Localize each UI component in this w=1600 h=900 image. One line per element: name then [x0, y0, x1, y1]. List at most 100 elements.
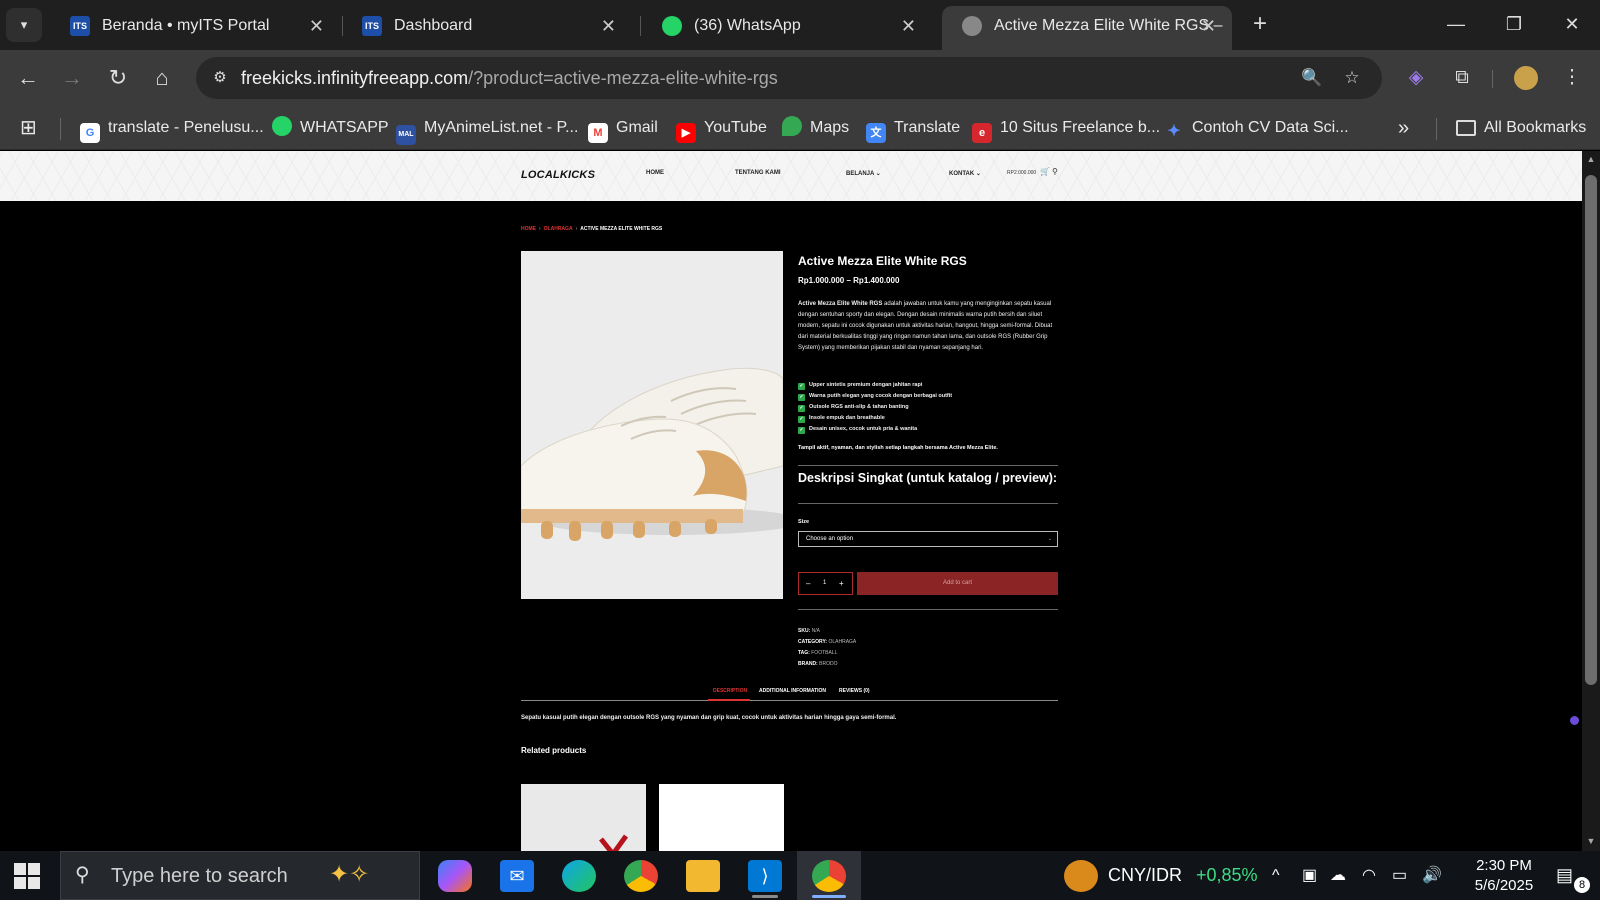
- mail-icon[interactable]: ✉: [500, 860, 534, 892]
- scrollbar-thumb[interactable]: [1585, 175, 1597, 685]
- bookmark-star-icon[interactable]: ☆: [1340, 66, 1364, 90]
- bookmark-myanimelist[interactable]: MAL MyAnimeList.net - P...: [396, 116, 578, 145]
- bookmark-label: Gmail: [616, 119, 658, 136]
- feature-text: Warna putih elegan yang cocok dengan ber…: [809, 393, 953, 399]
- qty-plus-button[interactable]: +: [839, 573, 844, 594]
- qty-value[interactable]: 1: [823, 573, 826, 594]
- more-bookmarks-button[interactable]: »: [1398, 116, 1409, 140]
- floating-assistant-icon[interactable]: [1570, 716, 1579, 725]
- divider: [798, 609, 1058, 610]
- related-product-card[interactable]: [659, 784, 784, 851]
- system-clock[interactable]: 2:30 PM 5/6/2025: [1454, 856, 1554, 896]
- bookmark-youtube[interactable]: ▶ YouTube: [676, 116, 767, 143]
- bookmark-whatsapp[interactable]: WHATSAPP: [272, 116, 389, 140]
- bookmark-gmail[interactable]: M Gmail: [588, 116, 658, 143]
- bookmark-label: 10 Situs Freelance b...: [1000, 119, 1161, 136]
- wifi-icon[interactable]: ◠: [1362, 851, 1376, 900]
- size-select[interactable]: Choose an option ⌄: [798, 531, 1058, 547]
- taskbar-search[interactable]: ⚲ Type here to search ✦✧: [60, 851, 420, 900]
- reload-button[interactable]: ↻: [102, 62, 134, 94]
- tab-myits[interactable]: ITS Beranda • myITS Portal ✕: [50, 6, 340, 50]
- chrome-icon[interactable]: [624, 860, 658, 892]
- device-icon[interactable]: ▣: [1302, 851, 1317, 900]
- quantity-stepper[interactable]: – 1 +: [798, 572, 853, 595]
- restore-button[interactable]: ❐: [1494, 8, 1534, 40]
- file-explorer-icon[interactable]: [686, 860, 720, 892]
- category-link[interactable]: OLAHRAGA: [828, 639, 856, 645]
- currency-pair[interactable]: CNY/IDR: [1108, 851, 1182, 900]
- nav-about[interactable]: TENTANG KAMI: [735, 170, 781, 176]
- close-window-button[interactable]: ✕: [1552, 8, 1592, 40]
- site-info-icon[interactable]: ⚙: [208, 66, 232, 90]
- add-to-cart-button[interactable]: Add to cart: [857, 572, 1058, 595]
- back-button[interactable]: ←: [12, 62, 44, 94]
- tab-whatsapp[interactable]: (36) WhatsApp ✕: [642, 6, 932, 50]
- copilot-icon[interactable]: [438, 860, 472, 892]
- onedrive-icon[interactable]: ☁: [1330, 851, 1346, 900]
- breadcrumb-category[interactable]: OLAHRAGA: [544, 226, 573, 232]
- notification-icon[interactable]: ▤: [1556, 851, 1573, 900]
- close-tab-icon[interactable]: ✕: [601, 6, 616, 46]
- bookmark-cv-data[interactable]: ✦ Contoh CV Data Sci...: [1164, 116, 1348, 140]
- close-tab-icon[interactable]: ✕: [309, 6, 324, 46]
- zoom-icon[interactable]: 🔍: [1300, 66, 1324, 90]
- tab-dashboard[interactable]: ITS Dashboard ✕: [342, 6, 632, 50]
- bookmark-maps[interactable]: Maps: [782, 116, 849, 140]
- windows-start-button[interactable]: [14, 863, 40, 889]
- search-icon[interactable]: ⚲: [1052, 167, 1058, 176]
- url-text[interactable]: freekicks.infinityfreeapp.com/?product=a…: [241, 57, 778, 99]
- qty-minus-button[interactable]: –: [806, 573, 810, 594]
- nav-contact[interactable]: KONTAK ⌄: [949, 170, 981, 177]
- brand-link[interactable]: BRODO: [819, 661, 837, 667]
- browser-toolbar: ← → ↻ ⌂ ⚙ freekicks.infinityfreeapp.com/…: [0, 50, 1600, 106]
- cart-total[interactable]: RP2.000.000: [1007, 170, 1036, 176]
- scroll-down-icon[interactable]: ▼: [1584, 836, 1598, 848]
- profile-avatar[interactable]: [1510, 62, 1542, 94]
- browser-menu-icon[interactable]: ⋮: [1556, 62, 1588, 94]
- product-image[interactable]: [521, 251, 783, 599]
- new-tab-button[interactable]: +: [1244, 8, 1276, 40]
- breadcrumb-home[interactable]: HOME: [521, 226, 536, 232]
- minimize-button[interactable]: —: [1436, 8, 1476, 40]
- product-price: Rp1.000.000 – Rp1.400.000: [798, 276, 900, 285]
- bookmark-translate-search[interactable]: Gtranslate - Penelusu...: [80, 116, 264, 143]
- chevron-up-icon[interactable]: ^: [1272, 851, 1280, 900]
- tab-title: (36) WhatsApp: [694, 17, 801, 34]
- tab-search-button[interactable]: ▾: [6, 8, 42, 42]
- volume-icon[interactable]: 🔊: [1422, 851, 1442, 900]
- tag-link[interactable]: FOOTBALL: [811, 650, 837, 656]
- product-meta: SKU: N/A CATEGORY: OLAHRAGA TAG: FOOTBAL…: [798, 626, 856, 670]
- address-bar[interactable]: ⚙ freekicks.infinityfreeapp.com/?product…: [196, 57, 1382, 99]
- extensions-icon[interactable]: ⧉: [1446, 62, 1478, 94]
- tab-reviews[interactable]: REVIEWS (0): [839, 688, 870, 694]
- battery-icon[interactable]: ▭: [1392, 851, 1407, 900]
- its-favicon-icon: ITS: [70, 16, 90, 36]
- currency-widget-icon[interactable]: [1064, 860, 1098, 892]
- tab-active-product[interactable]: Active Mezza Elite White RGS – ✕: [942, 6, 1232, 50]
- bookmark-translate[interactable]: 文 Translate: [866, 116, 960, 143]
- site-logo[interactable]: LOCALKICKS: [521, 169, 595, 181]
- tab-additional-information[interactable]: ADDITIONAL INFORMATION: [759, 688, 826, 694]
- all-bookmarks-button[interactable]: All Bookmarks: [1456, 116, 1586, 140]
- forward-button[interactable]: →: [56, 62, 88, 94]
- edge-icon[interactable]: [562, 860, 596, 892]
- youtube-icon: ▶: [676, 123, 696, 143]
- vscode-icon[interactable]: ⟩: [748, 860, 782, 892]
- close-tab-icon[interactable]: ✕: [901, 6, 916, 46]
- gemini-icon[interactable]: ◈: [1400, 62, 1432, 94]
- breadcrumb: HOME › OLAHRAGA › ACTIVE MEZZA ELITE WHITE R…: [521, 226, 662, 232]
- related-product-card[interactable]: [521, 784, 646, 851]
- translate-icon: 文: [866, 123, 886, 143]
- clock-time: 2:30 PM: [1476, 857, 1532, 874]
- home-button[interactable]: ⌂: [146, 62, 178, 94]
- nav-home[interactable]: HOME: [646, 170, 664, 176]
- bookmark-freelance[interactable]: e 10 Situs Freelance b...: [972, 116, 1161, 143]
- scroll-up-icon[interactable]: ▲: [1584, 154, 1598, 166]
- close-tab-icon[interactable]: ✕: [1201, 6, 1216, 46]
- tab-description[interactable]: DESCRIPTION: [713, 688, 747, 694]
- apps-grid-icon[interactable]: ⊞: [20, 116, 37, 140]
- cart-icon[interactable]: 🛒: [1040, 167, 1050, 176]
- nav-shop[interactable]: BELANJA ⌄: [846, 170, 881, 177]
- description-bold: Active Mezza Elite White RGS: [798, 301, 883, 307]
- chrome-icon[interactable]: [812, 860, 846, 892]
